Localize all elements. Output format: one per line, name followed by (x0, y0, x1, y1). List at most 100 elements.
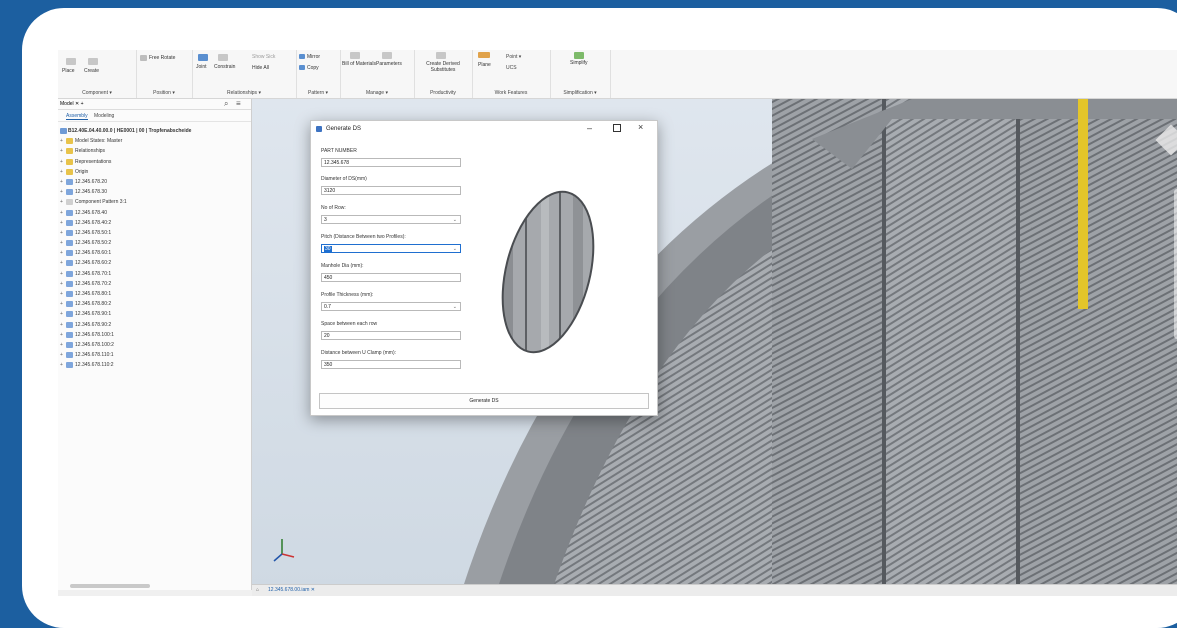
tree-item-label: 12.345.678.40 (75, 209, 107, 216)
part-icon (66, 291, 73, 297)
tree-item[interactable]: +12.345.678.80:2 (60, 300, 250, 310)
copy-button[interactable]: Copy (307, 65, 319, 71)
tree-item[interactable]: +12.345.678.100:1 (60, 331, 250, 341)
generate-ds-button[interactable]: Generate DS (319, 393, 649, 409)
tree-item[interactable]: +12.345.678.50:2 (60, 239, 250, 249)
place-button[interactable]: Place (62, 68, 75, 74)
tree-item-label: 12.345.678.80:1 (75, 291, 112, 297)
part-icon (66, 219, 73, 226)
tree-item-label: 12.345.678.30 (75, 189, 107, 196)
close-icon[interactable]: × (638, 122, 643, 132)
bill-of-materials-button[interactable]: Bill of Materials (342, 61, 376, 67)
expand-icon[interactable]: + (60, 352, 65, 358)
ribbon-group-productivity: Create Derived Substitutes Productivity (414, 50, 473, 98)
tree-root[interactable]: B12.40E.04.40.00.0 | HE0001 | 00 | Tropf… (60, 127, 250, 137)
search-icon[interactable]: ⌕ (224, 99, 228, 109)
tree-item-label: 12.345.678.90:1 (75, 311, 112, 318)
tree-item[interactable]: +12.345.678.20 (60, 178, 250, 188)
rows-select[interactable]: 3 ⌄ (321, 215, 461, 224)
tree-item-label: 12.345.678.50:2 (75, 240, 112, 247)
expand-icon[interactable]: + (60, 281, 65, 287)
ribbon-group-work-features: Plane Point ▾ UCS Work Features (472, 50, 551, 98)
tree-item[interactable]: + Origin (60, 168, 250, 178)
chevron-down-icon: ⌄ (452, 217, 457, 223)
tree-item[interactable]: + Relationships (60, 147, 250, 157)
expand-icon[interactable]: + (60, 311, 65, 317)
part-number-input[interactable] (321, 158, 461, 167)
maximize-icon[interactable] (613, 124, 621, 132)
tree-item[interactable]: +12.345.678.100:2 (60, 341, 250, 351)
ribbon-group-label: Work Features (494, 90, 528, 96)
tree-item[interactable]: +12.345.678.80:1 (60, 290, 250, 300)
show-sick-button[interactable]: Show Sick (252, 54, 275, 60)
document-tab[interactable]: 12.345.678.00.iam ✕ (268, 587, 315, 593)
mirror-button[interactable]: Mirror (307, 54, 320, 60)
tree-item[interactable]: +12.345.678.110:1 (60, 351, 250, 361)
tree-item[interactable]: +12.345.678.90:1 (60, 310, 250, 320)
joint-button[interactable]: Joint (196, 64, 207, 70)
expand-icon[interactable]: + (60, 240, 65, 246)
tree-item[interactable]: +12.345.678.70:1 (60, 270, 250, 280)
plane-button[interactable]: Plane (478, 62, 491, 68)
expand-icon[interactable]: + (60, 199, 65, 205)
pitch-select[interactable]: 30 ⌄ (321, 244, 461, 253)
expand-icon[interactable]: + (60, 189, 65, 195)
menu-icon[interactable]: ≡ (236, 99, 241, 108)
expand-icon[interactable]: + (60, 210, 65, 216)
tree-item[interactable]: + Component Pattern 3:1 (60, 198, 250, 208)
expand-icon[interactable]: + (60, 179, 65, 185)
tab-assembly[interactable]: Assembly (66, 113, 88, 120)
ucs-button[interactable]: UCS (506, 65, 517, 71)
model-tab[interactable]: Model ✕ + (60, 101, 84, 107)
hide-all-button[interactable]: Hide All (252, 65, 269, 71)
tree-item[interactable]: +12.345.678.50:1 (60, 229, 250, 239)
space-input[interactable] (321, 331, 461, 340)
create-derived-substitutes-button[interactable]: Create Derived Substitutes (418, 61, 468, 73)
expand-icon[interactable]: + (60, 342, 65, 348)
expand-icon[interactable]: + (60, 230, 65, 236)
part-icon (66, 341, 73, 348)
expand-icon[interactable]: + (60, 220, 65, 226)
home-icon[interactable]: ⌂ (256, 587, 259, 593)
clamp-input[interactable] (321, 360, 461, 369)
tree-item[interactable]: +12.345.678.70:2 (60, 280, 250, 290)
thickness-select[interactable]: 0.7 ⌄ (321, 302, 461, 311)
expand-icon[interactable]: + (60, 250, 65, 256)
browser-scrollbar[interactable] (70, 584, 150, 588)
tree-item[interactable]: +12.345.678.40:2 (60, 219, 250, 229)
expand-icon[interactable]: + (60, 138, 65, 144)
tree-item[interactable]: +12.345.678.30 (60, 188, 250, 198)
point-button[interactable]: Point ▾ (506, 54, 521, 60)
tree-item-label: 12.345.678.60:2 (75, 260, 112, 267)
expand-icon[interactable]: + (60, 322, 65, 328)
ribbon-group-manage: Bill of Materials Parameters Manage ▾ (340, 50, 415, 98)
diameter-input[interactable] (321, 186, 461, 195)
tree-item[interactable]: +12.345.678.60:1 (60, 249, 250, 259)
expand-icon[interactable]: + (60, 260, 65, 266)
tree-item[interactable]: + Representations (60, 158, 250, 168)
parameters-button[interactable]: Parameters (376, 61, 402, 67)
tab-modeling[interactable]: Modeling (94, 113, 114, 119)
expand-icon[interactable]: + (60, 169, 65, 175)
tree-item[interactable]: +12.345.678.40 (60, 209, 250, 219)
expand-icon[interactable]: + (60, 159, 65, 165)
expand-icon[interactable]: + (60, 332, 65, 338)
minimize-icon[interactable]: – (587, 123, 592, 133)
document-tab-bar: ⌂ 12.345.678.00.iam ✕ (252, 584, 1177, 596)
tree-item[interactable]: + Model States: Master (60, 137, 250, 147)
part-icon (66, 240, 73, 247)
constrain-button[interactable]: Constrain (214, 64, 235, 70)
expand-icon[interactable]: + (60, 148, 65, 154)
tree-item[interactable]: +12.345.678.90:2 (60, 321, 250, 331)
tree-item-label: 12.345.678.20 (75, 178, 107, 185)
expand-icon[interactable]: + (60, 362, 65, 368)
free-rotate-button[interactable]: Free Rotate (149, 55, 175, 61)
expand-icon[interactable]: + (60, 291, 65, 297)
tree-item[interactable]: +12.345.678.110:2 (60, 361, 250, 371)
tree-item[interactable]: +12.345.678.60:2 (60, 259, 250, 269)
expand-icon[interactable]: + (60, 301, 65, 307)
manhole-input[interactable] (321, 273, 461, 282)
expand-icon[interactable]: + (60, 271, 65, 277)
simplify-button[interactable]: Simplify (570, 60, 588, 66)
create-button[interactable]: Create (84, 68, 99, 74)
